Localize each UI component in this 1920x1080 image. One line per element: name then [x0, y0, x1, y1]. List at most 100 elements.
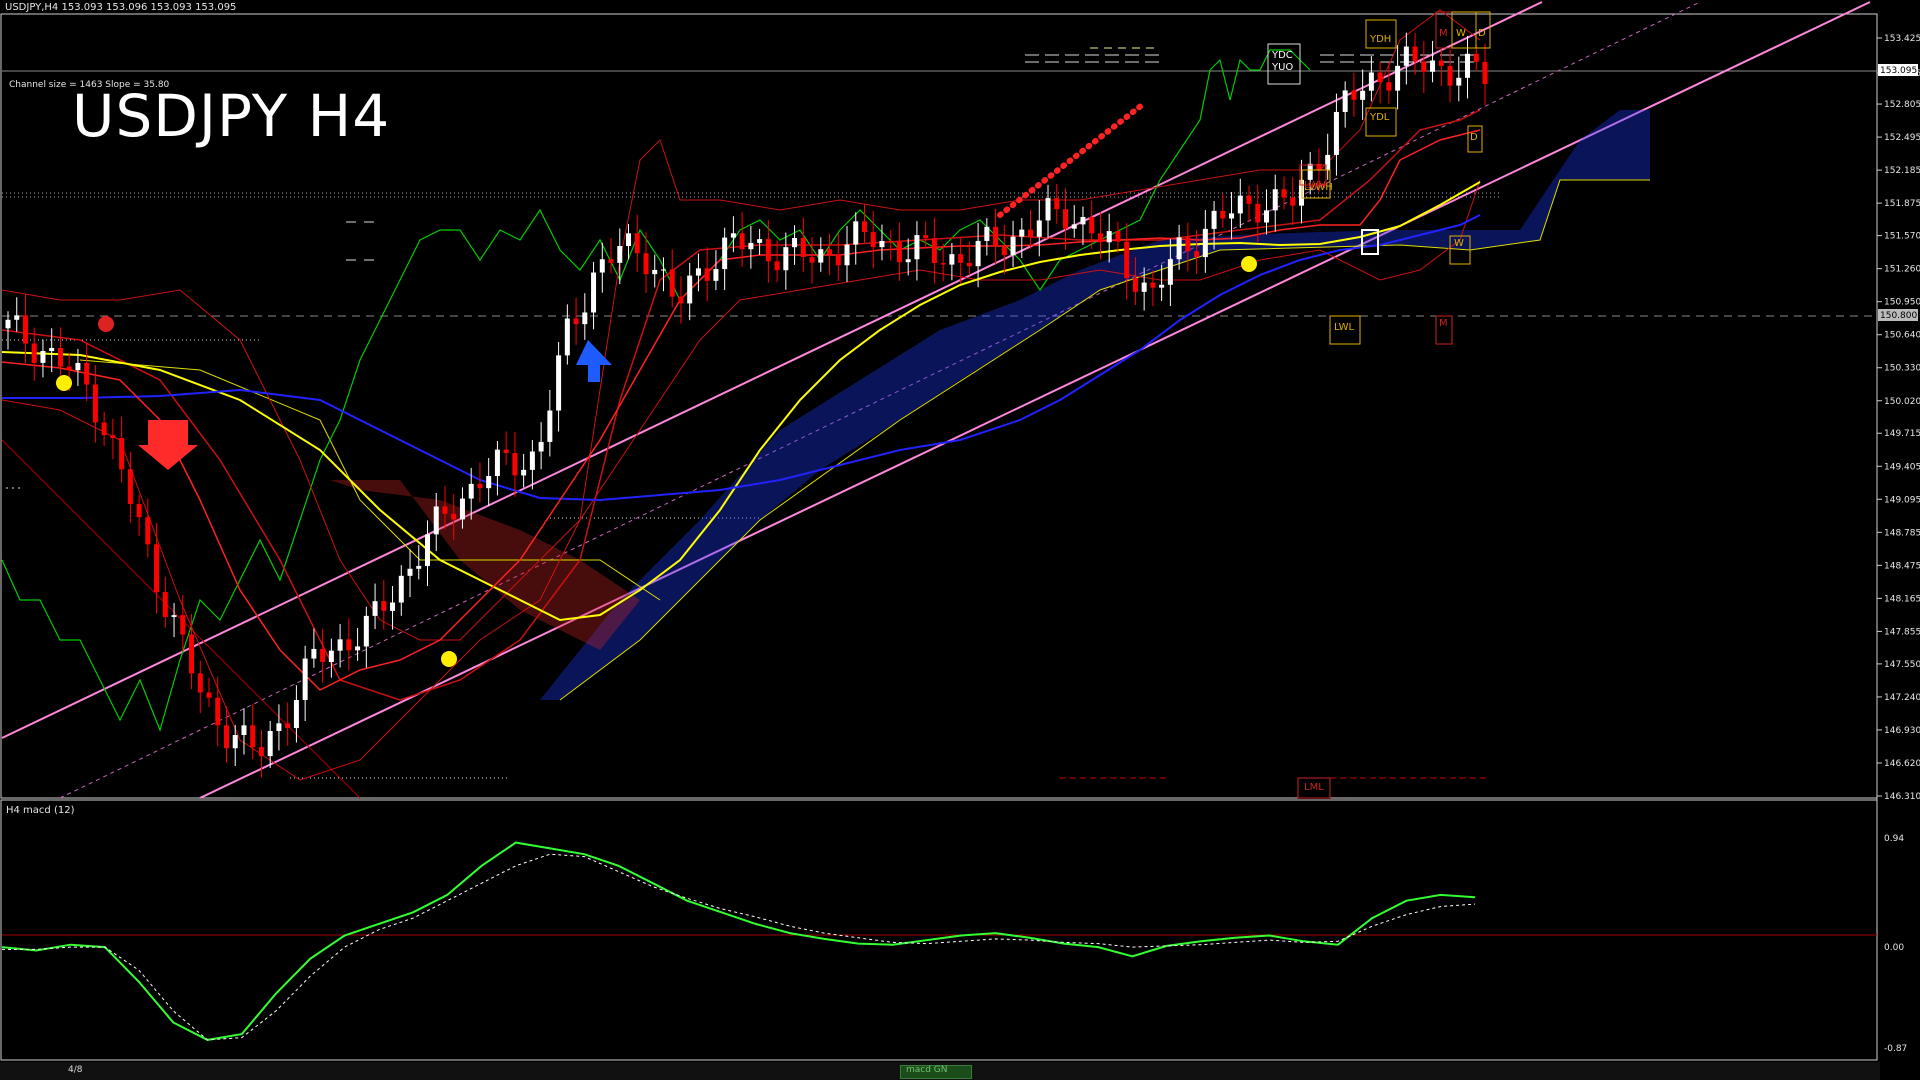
candle-body: [1071, 224, 1077, 229]
candle-body: [468, 483, 474, 499]
candle-body: [687, 275, 693, 304]
candle-body: [1473, 53, 1479, 62]
candle-body: [608, 259, 614, 263]
candle-body: [1368, 72, 1374, 91]
candle-body: [180, 615, 186, 635]
candle-body: [582, 312, 588, 325]
candle-body: [870, 232, 876, 248]
candle-body: [171, 615, 177, 617]
svg-text:YUO: YUO: [1271, 62, 1293, 73]
candle-body: [1097, 233, 1103, 243]
macd-tick-label: 0.94: [1884, 834, 1904, 844]
price-tick-label: 151.260: [1884, 265, 1920, 275]
candle-body: [31, 343, 37, 363]
candle-body: [154, 544, 160, 593]
candle-body: [975, 240, 981, 267]
price-tick-label: 152.805: [1884, 100, 1920, 110]
candle-body: [1028, 229, 1034, 237]
candle-body: [556, 355, 562, 411]
macd-axis: 0.94 0.00 -0.87: [1884, 834, 1907, 1054]
candle-body: [774, 261, 780, 271]
candle-body: [372, 601, 378, 616]
candle-body: [390, 602, 396, 611]
candle-body: [57, 347, 63, 367]
candle-body: [416, 565, 422, 569]
candle-body: [1141, 282, 1147, 292]
candle-body: [1054, 198, 1060, 210]
candle-body: [643, 253, 649, 275]
svg-text:M: M: [1439, 318, 1448, 329]
candle-body: [1333, 111, 1339, 155]
candle-body: [363, 615, 369, 647]
candle-body: [14, 315, 20, 320]
candle-body: [232, 735, 238, 749]
candle-body: [1159, 284, 1165, 288]
candle-body: [564, 318, 570, 356]
candle-body: [538, 441, 544, 452]
svg-text:D: D: [1478, 28, 1486, 39]
candle-body: [215, 697, 221, 726]
price-tick-label: 150.950: [1884, 298, 1920, 308]
candle-body: [809, 257, 815, 263]
price-tick-label: 146.310: [1884, 792, 1920, 802]
candle-body: [958, 254, 964, 263]
candle-body: [1351, 90, 1357, 100]
candle-body: [1430, 60, 1436, 72]
candle-body: [276, 723, 282, 731]
candle-body: [748, 242, 754, 250]
candle-body: [1342, 90, 1348, 112]
candle-body: [722, 237, 728, 270]
candle-body: [285, 723, 291, 729]
candle-body: [1403, 46, 1409, 66]
candle-body: [512, 453, 518, 476]
candle-body: [241, 725, 247, 736]
regression-channel: [1, 1, 1871, 799]
price-tick-label: 152.495: [1884, 133, 1920, 143]
price-tick-label: 148.165: [1884, 594, 1920, 604]
page-indicator: 4/8: [68, 1065, 83, 1075]
candle-body: [1202, 228, 1208, 258]
price-tick-label: 149.715: [1884, 429, 1920, 439]
candle-body: [765, 239, 771, 262]
macd-signal-line: [2, 853, 1476, 1041]
candle-body: [704, 268, 710, 281]
candle-body: [5, 319, 11, 329]
candle-body: [1001, 246, 1007, 256]
svg-text:M: M: [1439, 28, 1448, 39]
candle-body: [1010, 236, 1016, 256]
marked-price-label: 150.800: [1880, 311, 1917, 321]
candle-body: [110, 435, 116, 439]
candle-body: [1211, 210, 1217, 229]
price-tick-label: 151.875: [1884, 199, 1920, 209]
candle-body: [433, 506, 439, 535]
price-chart[interactable]: 153.425 153.095 152.805 152.495 152.185 151.8…: [0, 0, 1920, 1062]
candle-body: [1272, 189, 1278, 211]
candle-body: [503, 449, 509, 454]
candle-body: [328, 650, 334, 662]
candle-body: [617, 246, 623, 263]
macd-tick-label: 0.00: [1884, 943, 1904, 953]
candle-body: [66, 366, 72, 371]
candle-body: [398, 575, 404, 603]
candle-body: [678, 296, 684, 304]
price-tick-label: 147.550: [1884, 660, 1920, 670]
candle-body: [1412, 46, 1418, 62]
candle-body: [1036, 220, 1042, 237]
candle-body: [101, 422, 107, 436]
candle-body: [1106, 231, 1112, 243]
bollinger-bands: [1, 9, 1481, 781]
candle-body: [626, 233, 632, 247]
price-tick-label: 150.020: [1884, 397, 1920, 407]
candle-body: [442, 506, 448, 514]
candle-body: [984, 226, 990, 241]
candle-body: [189, 634, 195, 674]
candle-body: [145, 517, 151, 545]
macd-tick-label: -0.87: [1884, 1044, 1907, 1054]
candle-body: [136, 503, 142, 518]
chikou-line: [1, 49, 1311, 732]
candle-body: [660, 269, 666, 271]
price-tick-label: 153.425: [1884, 34, 1920, 44]
candle-body: [1307, 163, 1313, 180]
candle-body: [92, 384, 98, 423]
candle-body: [1124, 241, 1130, 279]
